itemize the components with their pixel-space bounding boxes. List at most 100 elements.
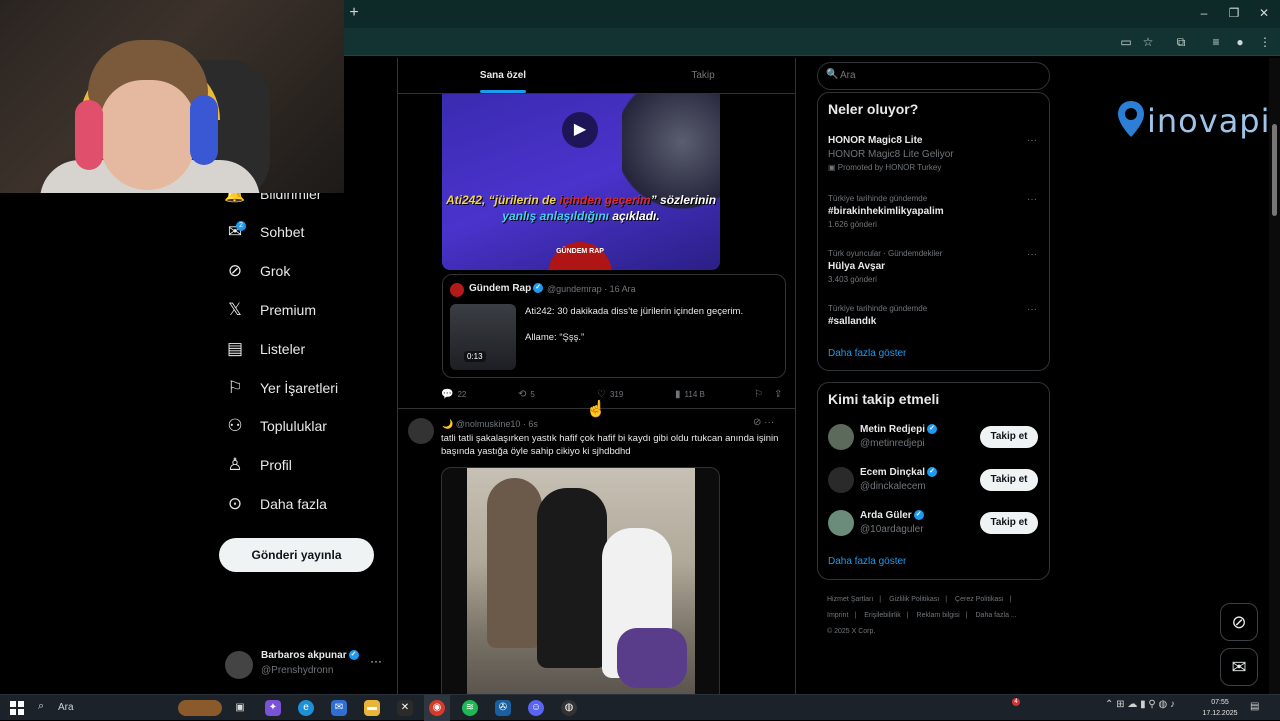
suggested-user[interactable]: Arda Güler ✓ @10ardaguler Takip et — [828, 509, 1043, 539]
trend-item[interactable]: Türkiye tarihinde gündemde #sallandık ··… — [828, 304, 1043, 327]
views-button[interactable]: ▮ 114 B — [675, 387, 705, 401]
close-window-icon[interactable]: ✕ — [1254, 4, 1274, 22]
bookmark-post-button[interactable]: ⚐ — [754, 387, 763, 401]
trend-item[interactable]: HONOR Magic8 Lite HONOR Magic8 Lite Geli… — [828, 135, 1043, 172]
obs-icon[interactable]: ◍ — [561, 700, 577, 716]
system-tray[interactable]: ⌃ ⊞ ☁ ▮ ⚲ ◍ ♪ — [1105, 699, 1175, 710]
nav-item-bookmarks[interactable]: ⚐ Yer İşaretleri — [222, 370, 338, 406]
nav-label: Premium — [260, 302, 317, 318]
browser-menu-icon[interactable]: ⋮ — [1256, 33, 1274, 51]
windows-start-icon[interactable] — [10, 701, 24, 715]
copilot-icon[interactable]: ✦ — [265, 700, 281, 716]
who-to-follow-show-more-link[interactable]: Daha fazla göster — [828, 556, 906, 567]
reply-button[interactable]: 💬 22 — [441, 387, 466, 401]
nav-item-more[interactable]: ⊙ Daha fazla — [222, 486, 327, 522]
nav-item-lists[interactable]: ▤ Listeler — [222, 331, 305, 367]
post-more-icon[interactable]: ⊘ ··· — [753, 417, 774, 428]
quote-text-2: Allame: “Şşş.” — [525, 332, 585, 343]
post-image[interactable] — [441, 467, 720, 694]
clock-date: 17.12.2025 — [1202, 710, 1238, 717]
share-button[interactable]: ⇪ — [774, 387, 782, 401]
play-icon[interactable]: ▶ — [562, 112, 598, 148]
footer-link[interactable]: Daha fazla ... — [976, 612, 1017, 619]
trends-heading: Neler oluyor? — [828, 101, 919, 117]
trend-more-icon[interactable]: ··· — [1027, 304, 1037, 315]
steam-icon[interactable]: ✇ — [495, 700, 511, 716]
nav-item-premium[interactable]: 𝕏 Premium — [222, 292, 316, 328]
quote-avatar — [450, 283, 464, 297]
footer-separator: | — [965, 612, 968, 619]
nav-item-chat[interactable]: ✉ Sohbet — [222, 214, 305, 250]
edge-icon[interactable]: e — [298, 700, 314, 716]
trend-more-icon[interactable]: ··· — [1027, 135, 1037, 146]
quote-text: Ati242: 30 dakikada diss’te jürilerin iç… — [525, 306, 744, 317]
mail-app-icon[interactable]: ✉ — [331, 700, 347, 716]
media-control-icon[interactable]: ≡ — [1207, 33, 1225, 51]
extensions-icon[interactable]: ⧉ — [1172, 33, 1190, 51]
bookmark-star-icon[interactable]: ☆ — [1139, 33, 1157, 51]
nav-item-communities[interactable]: ⚇ Topluluklar — [222, 408, 327, 444]
restore-icon[interactable]: ❐ — [1224, 4, 1244, 22]
grok-floating-icon[interactable]: ⊘ — [1220, 603, 1258, 641]
footer-link[interactable]: Erişilebilirlik — [864, 612, 901, 619]
trends-show-more-link[interactable]: Daha fazla göster — [828, 348, 906, 359]
trend-more-icon[interactable]: ··· — [1027, 194, 1037, 205]
nav-item-profile[interactable]: ♙ Profil — [222, 447, 292, 483]
post-avatar[interactable] — [408, 418, 434, 444]
follow-button[interactable]: Takip et — [980, 426, 1038, 448]
post-text: tatli tatli şakalaşırken yastık hafif ço… — [441, 433, 779, 457]
quote-video-thumbnail[interactable]: 0:13 — [450, 304, 516, 370]
footer-link[interactable]: Gizlilik Politikası — [889, 596, 939, 603]
post-button[interactable]: Gönderi yayınla — [219, 538, 374, 572]
page-scrollbar[interactable] — [1269, 58, 1280, 694]
trend-item[interactable]: Türk oyuncular · Gündemdekiler Hülya Avş… — [828, 249, 1043, 284]
search-input[interactable]: 🔍 Ara — [817, 62, 1050, 90]
footer-link[interactable]: Imprint — [827, 612, 848, 619]
quoted-post[interactable]: Gündem Rap ✓ @gundemrap · 16 Ara 0:13 Ati… — [442, 274, 786, 378]
taskbar-clock[interactable]: 07:55 17.12.2025 — [1198, 697, 1242, 719]
nav-label: Listeler — [260, 341, 306, 357]
new-tab-plus-icon[interactable]: + — [345, 4, 363, 22]
trend-item[interactable]: Türkiye tarihinde gündemde #birakinhekim… — [828, 194, 1043, 229]
minimize-icon[interactable]: – — [1194, 4, 1214, 22]
spotify-icon[interactable]: ≋ — [462, 700, 478, 716]
footer-link[interactable]: Çerez Politikası — [955, 596, 1004, 603]
footer-separator: | — [906, 612, 909, 619]
account-name: Barbaros akpunar ✓ — [261, 650, 359, 661]
trend-more-icon[interactable]: ··· — [1027, 249, 1037, 260]
tab-for-you[interactable]: Sana özel — [458, 58, 548, 94]
search-icon: 🔍 — [826, 69, 839, 80]
discord-icon[interactable]: ☺ — [528, 700, 544, 716]
notification-center-icon[interactable]: ▤ — [1250, 701, 1259, 712]
tab-following[interactable]: Takip — [658, 58, 748, 94]
account-switcher[interactable]: Barbaros akpunar ✓ @Prenshydronn ··· — [225, 648, 395, 682]
widget-thumbnail-icon[interactable] — [178, 700, 222, 716]
nav-label: Sohbet — [260, 224, 305, 240]
footer-link[interactable]: Hizmet Şartları — [827, 596, 873, 603]
repost-button[interactable]: ⟲ 5 — [518, 387, 535, 401]
follow-button[interactable]: Takip et — [980, 469, 1038, 491]
more-circle-icon: ⊙ — [227, 494, 243, 513]
follow-button[interactable]: Takip et — [980, 512, 1038, 534]
xbox-icon[interactable]: ✕ — [397, 700, 413, 716]
trend-context: Türk oyuncular · Gündemdekiler — [828, 249, 943, 258]
account-more-icon[interactable]: ··· — [370, 654, 382, 668]
list-icon: ▤ — [226, 339, 244, 358]
nav-item-grok[interactable]: ⊘ Grok — [222, 253, 290, 289]
nav-label: Grok — [260, 263, 291, 279]
cast-icon[interactable]: ▭ — [1117, 33, 1135, 51]
post[interactable]: 🌙 @nolmuskine10 · 6s ⊘ ··· tatli tatli ş… — [398, 408, 795, 694]
task-view-icon[interactable]: ▣ — [232, 700, 248, 716]
trend-context: Türkiye tarihinde gündemde — [828, 194, 928, 203]
x-logo-icon: 𝕏 — [228, 300, 242, 319]
suggested-user[interactable]: Ecem Dinçkal ✓ @dinckalecem Takip et — [828, 466, 1043, 496]
chrome-icon[interactable]: ◉ — [429, 700, 445, 716]
suggested-user[interactable]: Metin Redjepi ✓ @metinredjepi Takip et — [828, 423, 1043, 453]
footer-link[interactable]: Reklam bilgisi — [917, 612, 960, 619]
profile-avatar-icon[interactable]: ● — [1231, 33, 1249, 51]
scrollbar-thumb[interactable] — [1272, 124, 1277, 216]
video-player[interactable]: ▶ Ati242, “jürilerin de içinden geçerim”… — [442, 94, 720, 270]
messages-floating-icon[interactable]: ✉ — [1220, 648, 1258, 686]
file-explorer-icon[interactable]: ▬ — [364, 700, 380, 716]
footer-separator: | — [945, 596, 948, 603]
